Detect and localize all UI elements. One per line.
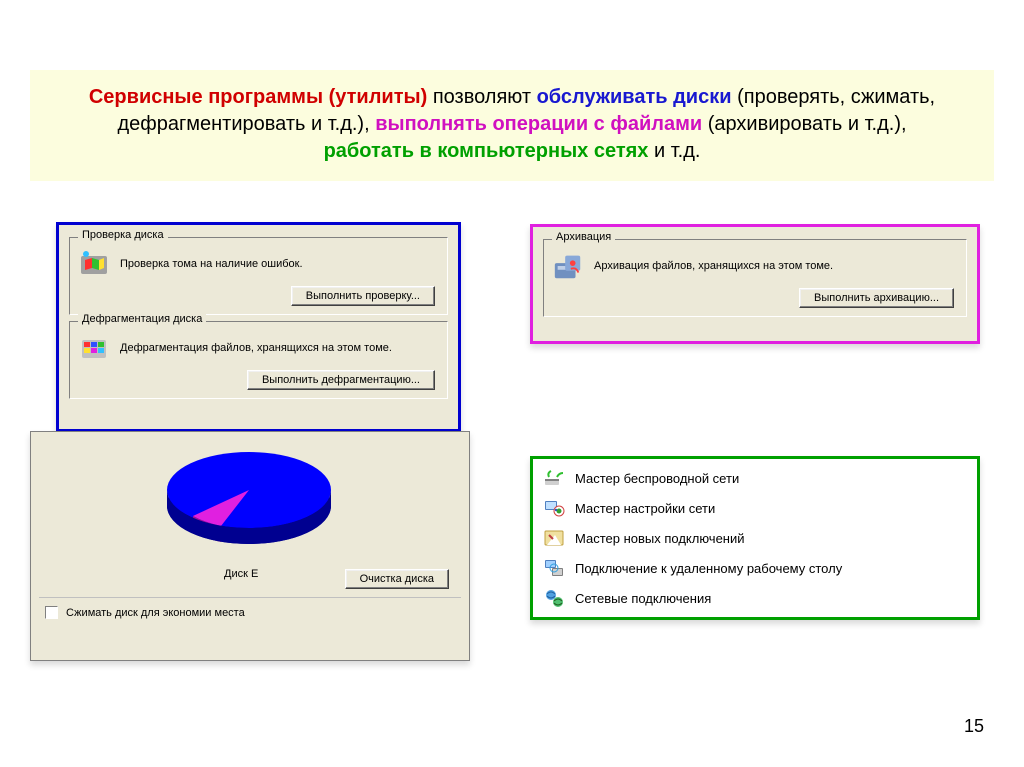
text-segment: работать в компьютерных сетях <box>324 140 649 162</box>
network-item-connections[interactable]: Сетевые подключения <box>533 583 977 613</box>
header-description: Сервисные программы (утилиты) позволяют … <box>30 70 994 181</box>
text-segment: (архивировать и т.д.), <box>702 113 906 135</box>
cleanup-button[interactable]: Очистка диска <box>345 569 449 589</box>
list-item-label: Подключение к удаленному рабочему столу <box>575 561 842 576</box>
archive-group: Архивация Архивация файлов, хранящихся н… <box>543 239 967 317</box>
disk-usage-chart: Диск E Очистка диска <box>39 438 461 598</box>
check-disk-button[interactable]: Выполнить проверку... <box>291 286 435 306</box>
text-segment: обслуживать диски <box>537 86 732 108</box>
list-item-label: Мастер беспроводной сети <box>575 471 739 486</box>
group-title: Архивация <box>552 231 615 243</box>
group-title: Дефрагментация диска <box>78 313 206 325</box>
cleanup-panel: Диск E Очистка диска Сжимать диск для эк… <box>30 431 470 661</box>
defrag-group: Дефрагментация диска Дефрагментация файл… <box>69 321 448 399</box>
wireless-icon <box>543 467 565 489</box>
network-item-new-connection[interactable]: Мастер новых подключений <box>533 523 977 553</box>
list-item-label: Мастер настройки сети <box>575 501 715 516</box>
defrag-text: Дефрагментация файлов, хранящихся на это… <box>120 342 392 354</box>
compress-label: Сжимать диск для экономии места <box>66 607 245 619</box>
network-panel: Мастер беспроводной сети Мастер настройк… <box>530 456 980 620</box>
text-segment: выполнять операции с файлами <box>375 113 702 135</box>
network-connections-icon <box>543 587 565 609</box>
network-setup-icon <box>543 497 565 519</box>
new-connection-icon <box>543 527 565 549</box>
network-item-wireless[interactable]: Мастер беспроводной сети <box>533 463 977 493</box>
disk-tools-panel: Проверка диска Проверка тома на наличие … <box>56 222 461 432</box>
archive-icon <box>552 250 584 282</box>
defrag-icon <box>78 332 110 364</box>
archive-panel: Архивация Архивация файлов, хранящихся н… <box>530 224 980 344</box>
check-disk-text: Проверка тома на наличие ошибок. <box>120 258 303 270</box>
compress-checkbox[interactable] <box>45 606 58 619</box>
check-disk-group: Проверка диска Проверка тома на наличие … <box>69 237 448 315</box>
archive-button[interactable]: Выполнить архивацию... <box>799 288 954 308</box>
check-disk-icon <box>78 248 110 280</box>
list-item-label: Сетевые подключения <box>575 591 711 606</box>
text-segment: и т.д. <box>648 140 700 162</box>
slide-number: 15 <box>964 716 984 737</box>
archive-text: Архивация файлов, хранящихся на этом том… <box>594 260 833 272</box>
group-title: Проверка диска <box>78 229 168 241</box>
list-item-label: Мастер новых подключений <box>575 531 745 546</box>
disk-label: Диск E <box>224 568 258 580</box>
text-segment: позволяют <box>427 86 536 108</box>
remote-desktop-icon <box>543 557 565 579</box>
network-item-remote-desktop[interactable]: Подключение к удаленному рабочему столу <box>533 553 977 583</box>
network-item-setup[interactable]: Мастер настройки сети <box>533 493 977 523</box>
defrag-button[interactable]: Выполнить дефрагментацию... <box>247 370 435 390</box>
text-segment: Сервисные программы (утилиты) <box>89 86 427 108</box>
